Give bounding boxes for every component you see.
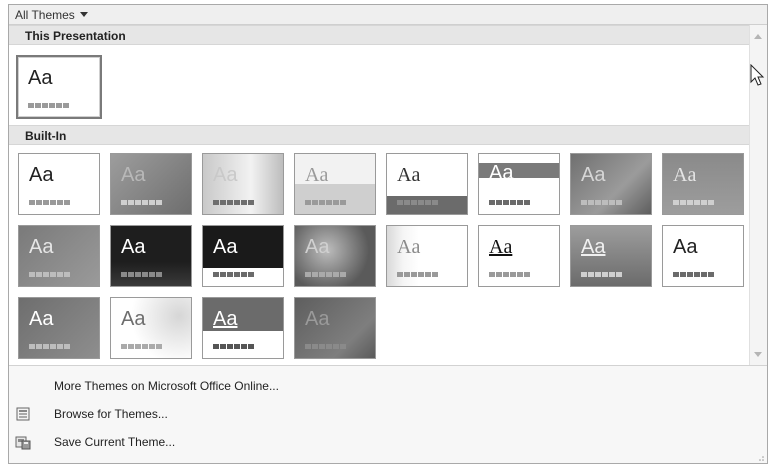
theme-preview-text: Aa — [29, 308, 54, 330]
theme-current[interactable]: Aa — [16, 55, 102, 119]
themes-menu: More Themes on Microsoft Office Online..… — [9, 365, 767, 463]
theme-preview-text: Aa — [121, 236, 146, 258]
theme-verve[interactable]: Aa — [294, 297, 376, 359]
theme-concourse[interactable]: Aa — [386, 153, 468, 215]
theme-office[interactable]: Aa — [18, 153, 100, 215]
theme-preview-text: Aa — [305, 308, 330, 330]
theme-preview-text: Aa — [397, 164, 421, 186]
mouse-pointer-icon — [750, 64, 765, 86]
theme-swatches — [121, 272, 162, 277]
theme-swatches — [305, 272, 346, 277]
theme-preview-text: Aa — [305, 236, 330, 258]
theme-opulent[interactable]: Aa — [294, 225, 376, 287]
theme-civic[interactable]: Aa — [294, 153, 376, 215]
all-themes-dropdown[interactable]: All Themes — [9, 5, 94, 24]
section-built-in-label: Built-In — [25, 129, 67, 143]
theme-origin[interactable]: Aa — [478, 225, 560, 287]
theme-foundry[interactable]: Aa — [662, 153, 744, 215]
theme-preview-text: Aa — [213, 164, 238, 186]
theme-swatches — [213, 344, 254, 349]
theme-swatches — [397, 272, 438, 277]
theme-preview-text: Aa — [489, 236, 513, 258]
theme-swatches — [305, 200, 346, 205]
folder-browse-icon — [15, 406, 31, 422]
theme-urban[interactable]: Aa — [202, 297, 284, 359]
theme-swatches — [673, 200, 714, 205]
theme-module[interactable]: Aa — [202, 225, 284, 287]
theme-swatches — [489, 272, 530, 277]
theme-swatches — [213, 272, 254, 277]
theme-swatches — [29, 272, 70, 277]
section-built-in: Built-In — [9, 125, 749, 145]
theme-solstice[interactable]: Aa — [662, 225, 744, 287]
theme-preview-text: Aa — [397, 236, 421, 258]
theme-trek[interactable]: Aa — [110, 297, 192, 359]
theme-preview-text: Aa — [673, 164, 697, 186]
themes-gallery: All Themes This Presentation Aa Built-In… — [8, 4, 768, 464]
theme-apex[interactable]: Aa — [110, 153, 192, 215]
theme-aspect[interactable]: Aa — [202, 153, 284, 215]
theme-preview-text: Aa — [581, 164, 606, 186]
theme-preview-text: Aa — [28, 67, 53, 89]
theme-swatches — [581, 200, 622, 205]
gallery-header: All Themes — [9, 5, 767, 25]
theme-preview-text: Aa — [121, 164, 146, 186]
theme-preview-text: Aa — [581, 236, 606, 258]
theme-swatches — [489, 200, 530, 205]
theme-metro[interactable]: Aa — [110, 225, 192, 287]
theme-swatches — [305, 344, 346, 349]
theme-swatches — [121, 200, 162, 205]
save-theme-icon — [15, 434, 31, 450]
theme-preview-text: Aa — [213, 236, 238, 258]
theme-preview-text: Aa — [489, 162, 514, 184]
theme-swatches — [673, 272, 714, 277]
theme-paper[interactable]: Aa — [570, 225, 652, 287]
theme-preview-text: Aa — [121, 308, 146, 330]
triangle-down-icon — [79, 12, 88, 17]
theme-swatches — [29, 344, 70, 349]
resize-grip-icon[interactable] — [756, 453, 764, 461]
theme-flow[interactable]: Aa — [570, 153, 652, 215]
theme-swatches — [213, 200, 254, 205]
theme-oriel[interactable]: Aa — [386, 225, 468, 287]
theme-swatches — [28, 103, 69, 108]
theme-preview-text: Aa — [673, 236, 698, 258]
theme-swatches — [121, 344, 162, 349]
theme-swatches — [397, 200, 438, 205]
arrow-up-icon[interactable] — [754, 34, 762, 39]
section-this-presentation-label: This Presentation — [25, 29, 126, 43]
theme-preview-text: Aa — [29, 236, 54, 258]
theme-preview-text: Aa — [29, 164, 54, 186]
theme-swatches — [581, 272, 622, 277]
menu-browse-label: Browse for Themes... — [54, 407, 168, 421]
section-this-presentation: This Presentation — [9, 25, 749, 45]
theme-preview-text: Aa — [305, 164, 329, 186]
all-themes-label: All Themes — [15, 7, 75, 22]
theme-equity[interactable]: Aa — [478, 153, 560, 215]
theme-preview-text: Aa — [213, 308, 238, 330]
theme-median[interactable]: Aa — [18, 225, 100, 287]
menu-save-theme[interactable]: Save Current Theme... — [9, 430, 767, 454]
menu-save-label: Save Current Theme... — [54, 435, 176, 449]
menu-more-themes-label: More Themes on Microsoft Office Online..… — [54, 379, 279, 393]
menu-more-themes-online[interactable]: More Themes on Microsoft Office Online..… — [9, 374, 767, 398]
theme-swatches — [29, 200, 70, 205]
arrow-down-icon[interactable] — [754, 352, 762, 357]
theme-technic[interactable]: Aa — [18, 297, 100, 359]
menu-browse-themes[interactable]: Browse for Themes... — [9, 402, 767, 426]
